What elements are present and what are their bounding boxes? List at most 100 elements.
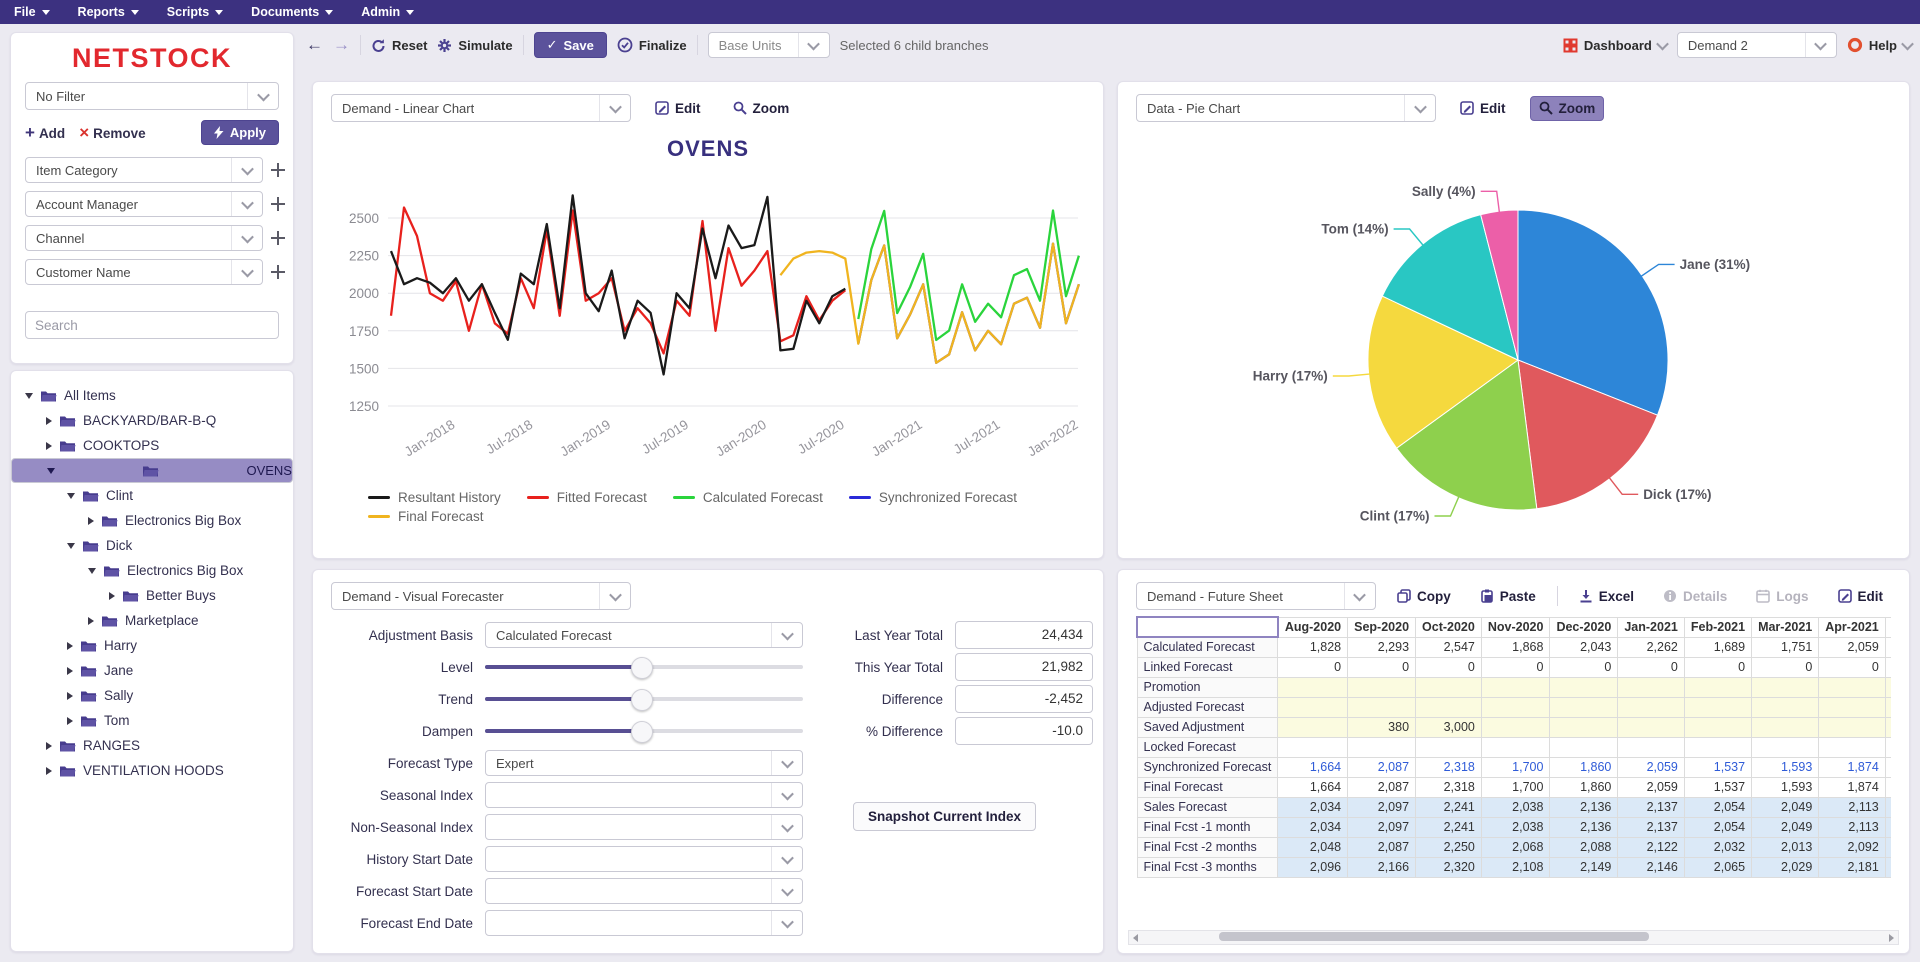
menu-file[interactable]: File: [0, 0, 64, 24]
cell[interactable]: 380: [1347, 716, 1417, 738]
future-widget-select[interactable]: Demand - Future Sheet: [1136, 582, 1376, 610]
remove-filter-button[interactable]: × Remove: [79, 123, 145, 143]
cell[interactable]: 0: [1415, 656, 1482, 678]
cell[interactable]: 2,181: [1818, 856, 1886, 878]
legend-item-final-forecast[interactable]: Final Forecast: [368, 509, 484, 524]
cell[interactable]: 1,874: [1818, 756, 1886, 778]
help-menu[interactable]: Help: [1847, 37, 1914, 53]
cell[interactable]: [1884, 696, 1891, 718]
cell[interactable]: [1884, 796, 1891, 818]
difference-value[interactable]: -2,452: [955, 685, 1093, 713]
cell[interactable]: 2,241: [1415, 816, 1482, 838]
dashboard-menu[interactable]: Dashboard: [1563, 37, 1669, 53]
filter-select-item-category[interactable]: Item Category: [25, 157, 263, 183]
cell[interactable]: [1617, 716, 1685, 738]
cell[interactable]: [1818, 696, 1886, 718]
dashboard-select[interactable]: Demand 2: [1676, 32, 1837, 58]
trend-slider[interactable]: [485, 686, 803, 712]
cell[interactable]: 0: [1683, 656, 1753, 678]
cell[interactable]: 1,874: [1818, 776, 1886, 798]
cell[interactable]: 2,113: [1818, 796, 1886, 818]
adjustment-basis-select[interactable]: Calculated Forecast: [485, 622, 803, 648]
cell[interactable]: 1,860: [1549, 776, 1619, 798]
pie-chart[interactable]: Jane (31%) Dick (17%) Clint (17%) Harry (17…: [1138, 122, 1889, 544]
cell[interactable]: 2,108: [1480, 856, 1551, 878]
tree-item-electronics-big-box[interactable]: Electronics Big Box: [11, 508, 293, 533]
cell[interactable]: 1,700: [1480, 756, 1551, 778]
slider-thumb[interactable]: [630, 657, 653, 679]
edit-button[interactable]: Edit: [647, 97, 709, 120]
search-input[interactable]: [25, 311, 279, 339]
copy-button[interactable]: Copy: [1389, 585, 1459, 608]
cell[interactable]: 2,318: [1415, 756, 1482, 778]
cell[interactable]: [1751, 716, 1820, 738]
col-header-mar-2021[interactable]: Mar-2021: [1751, 616, 1820, 638]
add-filter-button[interactable]: + Add: [25, 123, 65, 143]
cell[interactable]: 2,136: [1549, 816, 1619, 838]
cell[interactable]: [1347, 696, 1417, 718]
cell[interactable]: 1,689: [1683, 636, 1753, 658]
cell[interactable]: 2,137: [1617, 796, 1685, 818]
caret-right-icon[interactable]: [46, 416, 52, 425]
filter-select-channel[interactable]: Channel: [25, 225, 263, 251]
tree-item-clint[interactable]: Clint: [11, 483, 293, 508]
caret-down-icon[interactable]: [47, 467, 55, 474]
cell[interactable]: [1549, 676, 1619, 698]
cell[interactable]: 2,038: [1480, 796, 1551, 818]
cell[interactable]: 2,059: [1617, 756, 1685, 778]
cell[interactable]: 2,122: [1617, 836, 1685, 858]
cell[interactable]: [1884, 636, 1891, 658]
cell[interactable]: [1277, 716, 1349, 738]
tree-item-sally[interactable]: Sally: [11, 683, 293, 708]
cell[interactable]: [1884, 676, 1891, 698]
cell[interactable]: 2,096: [1277, 856, 1349, 878]
cell[interactable]: 2,029: [1751, 856, 1820, 878]
tree-item-jane[interactable]: Jane: [11, 658, 293, 683]
caret-right-icon[interactable]: [109, 591, 115, 600]
caret-right-icon[interactable]: [67, 666, 73, 675]
save-button[interactable]: ✓ Save: [533, 32, 607, 58]
cell[interactable]: 0: [1818, 656, 1886, 678]
col-header-dec-2020[interactable]: Dec-2020: [1549, 616, 1619, 638]
caret-down-icon[interactable]: [25, 392, 33, 399]
cell[interactable]: 2,113: [1818, 816, 1886, 838]
zoom-button[interactable]: Zoom: [725, 97, 798, 120]
legend-item-resultant-history[interactable]: Resultant History: [368, 490, 501, 505]
paste-button[interactable]: Paste: [1472, 585, 1544, 608]
cell[interactable]: [1884, 656, 1891, 678]
scroll-right-icon[interactable]: [1889, 933, 1894, 942]
col-header-may[interactable]: May-: [1884, 616, 1891, 638]
cell[interactable]: 2,320: [1415, 856, 1482, 878]
dampen-slider[interactable]: [485, 718, 803, 744]
cell[interactable]: [1884, 816, 1891, 838]
tree-item-marketplace[interactable]: Marketplace: [11, 608, 293, 633]
forecast-type-select[interactable]: Expert: [485, 750, 803, 776]
zoom-button-active[interactable]: Zoom: [1529, 95, 1605, 121]
caret-down-icon[interactable]: [88, 567, 96, 574]
cell[interactable]: [1480, 696, 1551, 718]
cell[interactable]: 2,092: [1818, 836, 1886, 858]
cell[interactable]: [1617, 736, 1685, 758]
reset-button[interactable]: Reset: [371, 38, 427, 53]
cell[interactable]: [1549, 716, 1619, 738]
cell[interactable]: [1617, 676, 1685, 698]
corner-cell[interactable]: [1136, 616, 1279, 638]
cell[interactable]: [1277, 676, 1349, 698]
forecast-end-date-select[interactable]: [485, 910, 803, 936]
cell[interactable]: 2,038: [1480, 816, 1551, 838]
history-start-date-select[interactable]: [485, 846, 803, 872]
cell[interactable]: 2,097: [1347, 796, 1417, 818]
tree-item-ranges[interactable]: RANGES: [11, 733, 293, 758]
cell[interactable]: 2,146: [1617, 856, 1685, 878]
cell[interactable]: [1683, 696, 1753, 718]
cell[interactable]: 1,537: [1683, 756, 1753, 778]
cell[interactable]: [1683, 736, 1753, 758]
cell[interactable]: 2,048: [1277, 836, 1349, 858]
cell[interactable]: 2,049: [1751, 796, 1820, 818]
cell[interactable]: 1,860: [1549, 756, 1619, 778]
saved-filter-select[interactable]: No Filter: [25, 82, 279, 110]
cell[interactable]: 0: [1549, 656, 1619, 678]
cell[interactable]: 2,054: [1683, 796, 1753, 818]
cell[interactable]: 0: [1277, 656, 1349, 678]
cell[interactable]: 2,013: [1751, 836, 1820, 858]
